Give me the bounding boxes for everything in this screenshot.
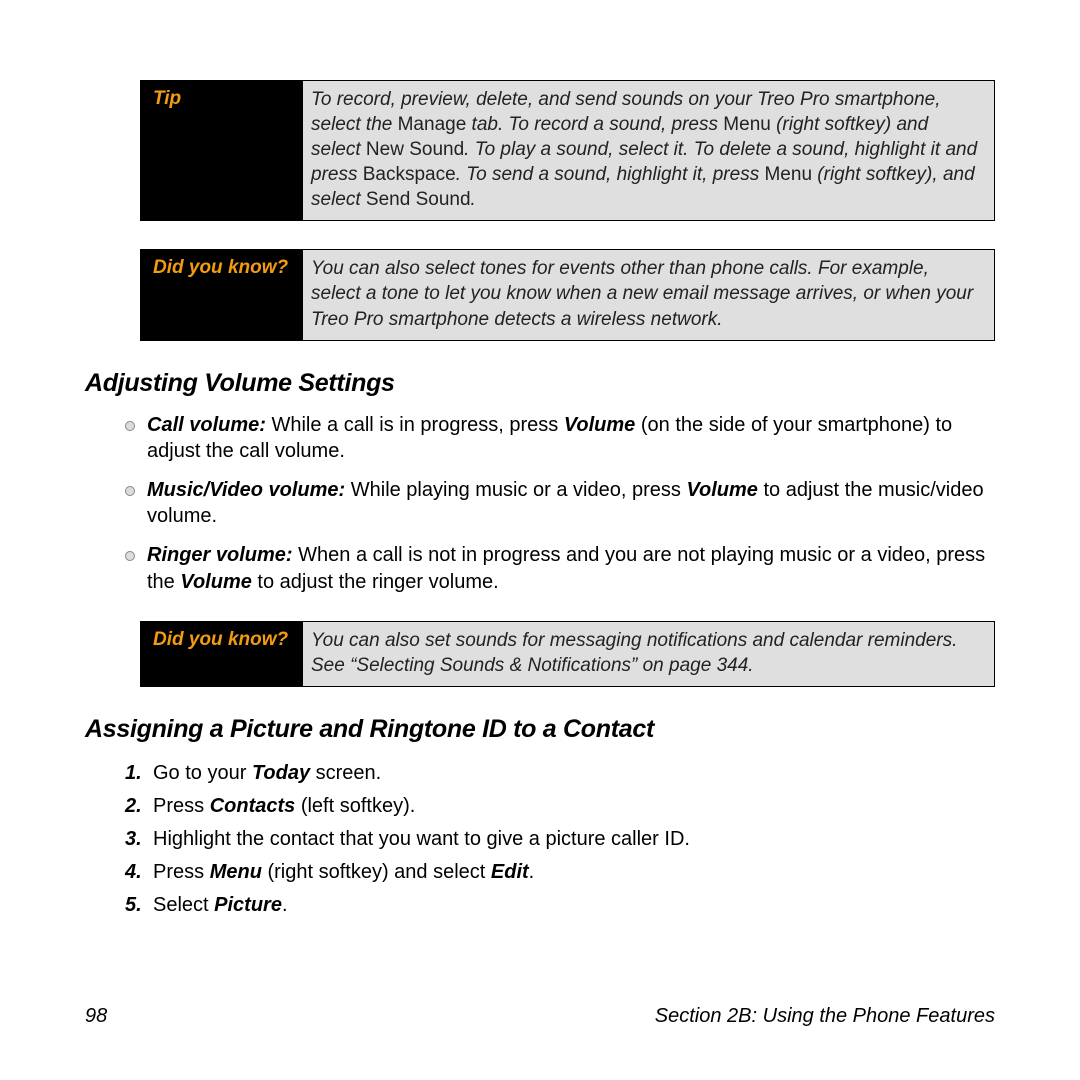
document-page: Tip To record, preview, delete, and send…	[0, 0, 1080, 1080]
section-title: Section 2B: Using the Phone Features	[655, 1005, 995, 1028]
volume-bullet-list: Call volume: While a call is in progress…	[125, 412, 995, 596]
callout-label-dyk2: Did you know?	[141, 622, 303, 686]
callout-tip: Tip To record, preview, delete, and send…	[140, 80, 995, 221]
callout-body-dyk1: You can also select tones for events oth…	[303, 250, 994, 339]
list-item: Call volume: While a call is in progress…	[125, 412, 995, 465]
list-item: Music/Video volume: While playing music …	[125, 477, 995, 530]
callout-dyk2: Did you know? You can also set sounds fo…	[140, 621, 995, 687]
page-number: 98	[85, 1005, 107, 1028]
callout-label-tip: Tip	[141, 81, 303, 220]
list-item: Go to your Today screen.	[125, 758, 995, 789]
list-item: Press Menu (right softkey) and select Ed…	[125, 857, 995, 888]
page-footer: 98 Section 2B: Using the Phone Features	[85, 1005, 995, 1028]
callout-label-dyk1: Did you know?	[141, 250, 303, 339]
callout-dyk1: Did you know? You can also select tones …	[140, 249, 995, 340]
heading-assigning-picture: Assigning a Picture and Ringtone ID to a…	[85, 715, 995, 744]
list-item: Ringer volume: When a call is not in pro…	[125, 542, 995, 595]
list-item: Press Contacts (left softkey).	[125, 791, 995, 822]
assign-steps-list: Go to your Today screen. Press Contacts …	[125, 758, 995, 921]
heading-adjusting-volume: Adjusting Volume Settings	[85, 369, 995, 398]
list-item: Select Picture.	[125, 890, 995, 921]
callout-body-tip: To record, preview, delete, and send sou…	[303, 81, 994, 220]
list-item: Highlight the contact that you want to g…	[125, 824, 995, 855]
callout-body-dyk2: You can also set sounds for messaging no…	[303, 622, 994, 686]
